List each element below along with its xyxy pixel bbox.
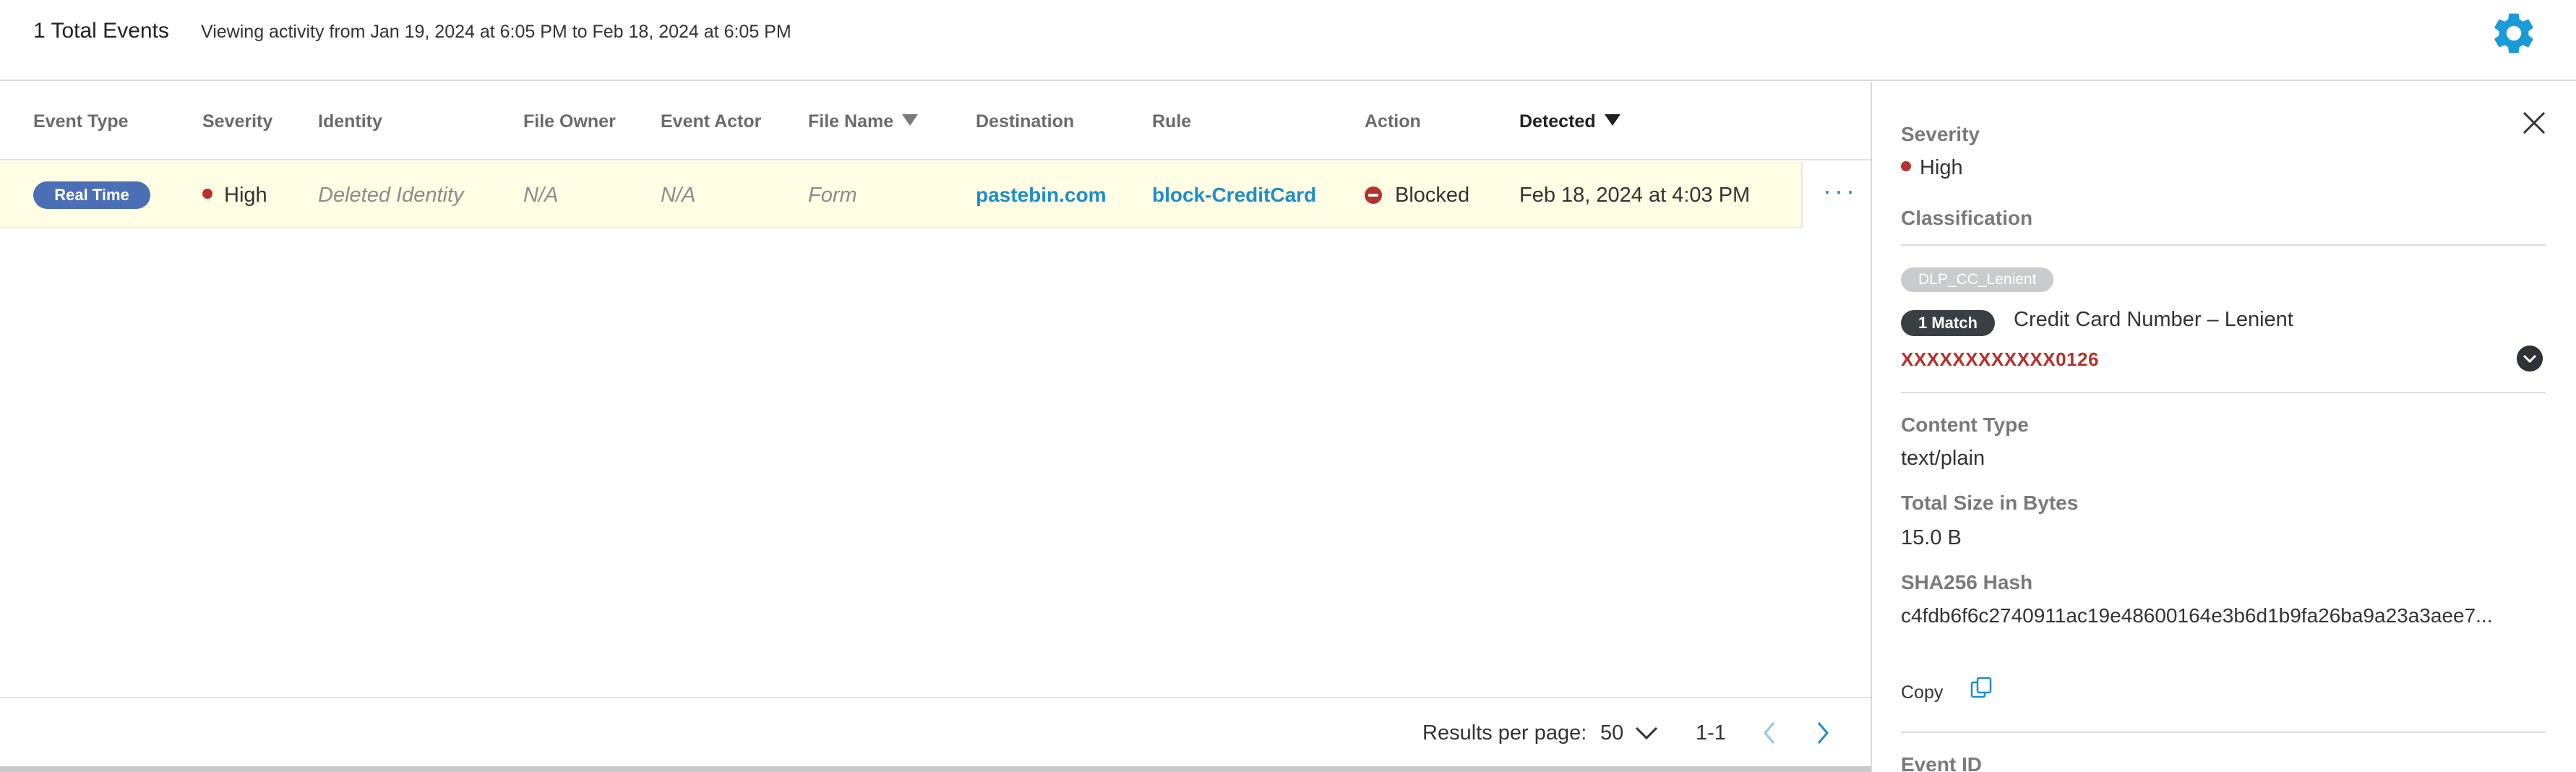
sha256-label: SHA256 Hash: [1901, 571, 2033, 593]
classification-label: Classification: [1901, 207, 2033, 229]
event-details-panel: Severity High Classification DLP_CC_Leni…: [1871, 82, 2576, 772]
table-header: Event Type Severity Identity File Owner …: [0, 82, 1871, 160]
column-header-detected[interactable]: Detected: [1519, 111, 1620, 132]
severity-dot-icon: [202, 189, 212, 199]
table-row[interactable]: Real Time High Deleted Identity N/A N/A …: [0, 162, 1801, 228]
column-header-file-name-label: File Name: [808, 111, 894, 132]
rule-link[interactable]: block-CreditCard: [1152, 162, 1316, 228]
horizontal-scrollbar[interactable]: [0, 766, 1871, 772]
file-name-cell: Form: [808, 184, 857, 207]
chevron-right-icon[interactable]: [1814, 720, 1832, 746]
content-type-value: text/plain: [1901, 447, 1985, 470]
column-header-severity[interactable]: Severity: [202, 111, 272, 132]
detected-cell: Feb 18, 2024 at 4:03 PM: [1519, 184, 1751, 207]
chevron-down-icon[interactable]: [1633, 724, 1660, 742]
divider: [1901, 732, 2546, 733]
page-range: 1-1: [1696, 721, 1726, 745]
results-per-page-select[interactable]: 50: [1600, 721, 1623, 745]
event-type-badge: Real Time: [33, 181, 150, 209]
masked-match-value: XXXXXXXXXXXX0126: [1901, 348, 2099, 370]
divider: [1901, 244, 2546, 246]
event-actor-cell: N/A: [661, 184, 696, 207]
sort-down-icon: [1604, 114, 1620, 126]
column-header-identity[interactable]: Identity: [318, 111, 382, 132]
divider: [1901, 392, 2546, 393]
sha256-value: c4fdb6f6c2740911ac19e48600164e3b6d1b9fa2…: [1901, 604, 2493, 627]
top-bar: 1 Total Events Viewing activity from Jan…: [0, 0, 2576, 81]
results-per-page-label: Results per page:: [1422, 721, 1587, 745]
date-range-summary: Viewing activity from Jan 19, 2024 at 6:…: [201, 22, 791, 42]
severity-cell: High: [202, 162, 267, 228]
blocked-icon: [1365, 186, 1382, 204]
action-value: Blocked: [1395, 184, 1470, 207]
column-header-rule[interactable]: Rule: [1152, 111, 1191, 132]
events-table: Event Type Severity Identity File Owner …: [0, 82, 1871, 697]
content-type-label: Content Type: [1901, 413, 2029, 436]
column-header-event-type[interactable]: Event Type: [33, 111, 129, 132]
column-header-event-actor[interactable]: Event Actor: [661, 111, 761, 132]
identity-cell: Deleted Identity: [318, 184, 464, 207]
close-icon[interactable]: [2520, 108, 2549, 137]
match-name: Credit Card Number – Lenient: [2014, 308, 2293, 331]
classification-tag: DLP_CC_Lenient: [1901, 267, 2054, 292]
column-header-destination[interactable]: Destination: [976, 111, 1074, 132]
chevron-left-icon[interactable]: [1761, 720, 1778, 746]
column-header-detected-label: Detected: [1519, 111, 1596, 132]
destination-link[interactable]: pastebin.com: [976, 162, 1106, 228]
gear-icon[interactable]: [2489, 9, 2538, 58]
severity-detail-value: High: [1920, 156, 1963, 179]
column-header-action[interactable]: Action: [1365, 111, 1421, 132]
severity-detail: High: [1901, 156, 1963, 180]
total-events-count: 1 Total Events: [33, 19, 169, 43]
more-options-icon[interactable]: ···: [1823, 178, 1858, 204]
column-header-file-owner[interactable]: File Owner: [523, 111, 616, 132]
event-id-label: Event ID: [1901, 753, 1983, 772]
copy-icon[interactable]: [1969, 675, 1995, 701]
severity-label: Severity: [1901, 123, 1980, 145]
file-owner-cell: N/A: [523, 184, 559, 207]
severity-dot-icon: [1901, 161, 1911, 171]
pagination-bar: Results per page: 50 1-1: [0, 697, 1871, 768]
row-actions-cell: ···: [1801, 162, 1871, 228]
match-count-badge: 1 Match: [1901, 310, 1995, 336]
column-header-file-name[interactable]: File Name: [808, 111, 919, 132]
dlp-events-page: 1 Total Events Viewing activity from Jan…: [0, 0, 2576, 772]
copy-label[interactable]: Copy: [1901, 682, 1943, 703]
total-size-value: 15.0 B: [1901, 526, 1962, 549]
action-cell: Blocked: [1365, 162, 1469, 228]
sort-down-icon: [902, 114, 919, 126]
severity-value: High: [224, 184, 267, 207]
chevron-down-icon[interactable]: [2517, 346, 2543, 372]
total-size-label: Total Size in Bytes: [1901, 492, 2079, 514]
